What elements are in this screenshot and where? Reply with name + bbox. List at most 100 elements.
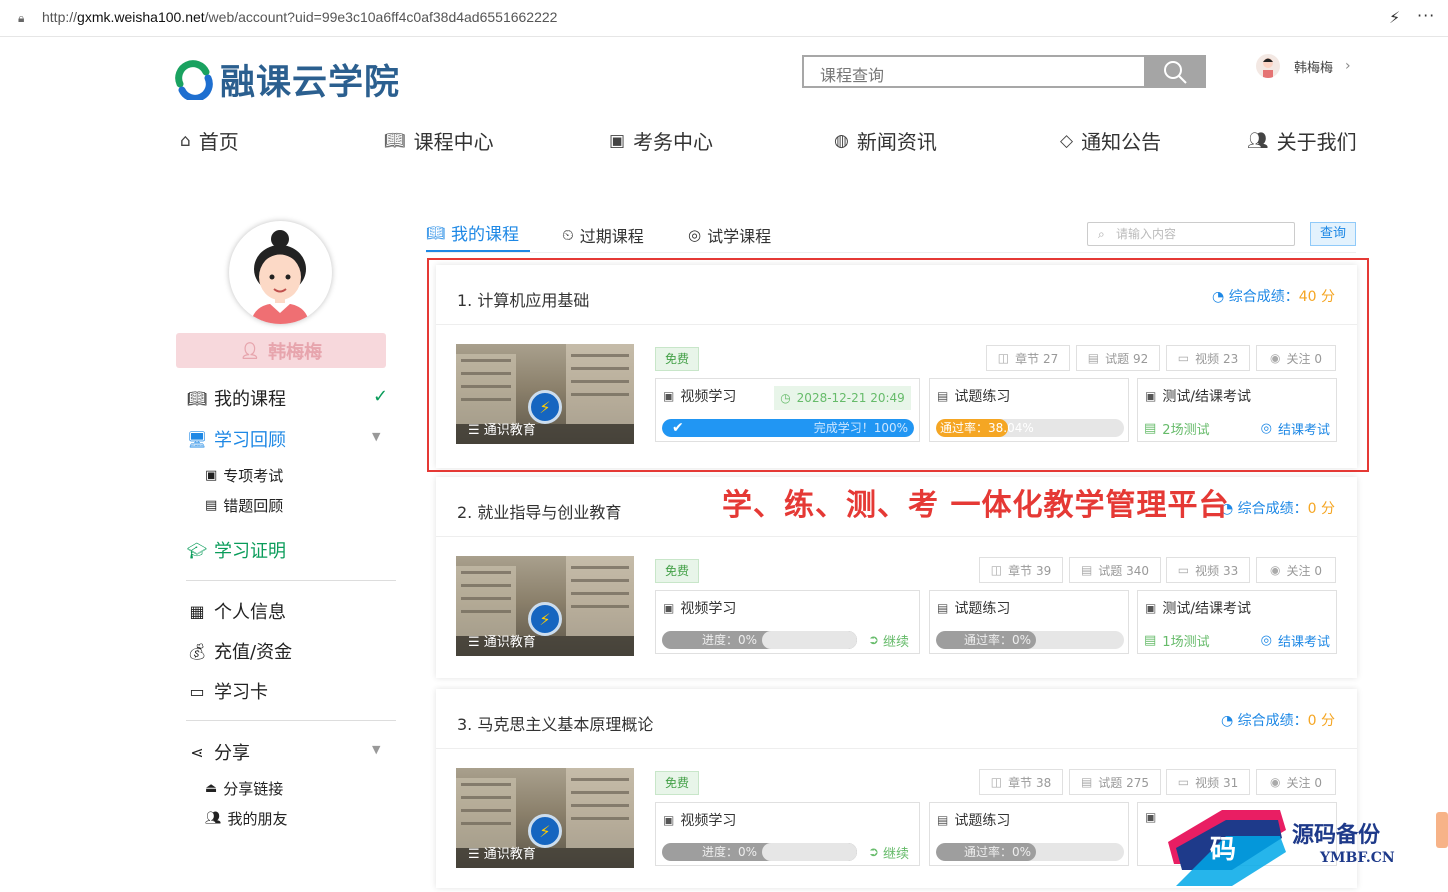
book-icon: 📖︎ xyxy=(426,223,446,242)
sidebar-subitem-friends[interactable]: 👥︎ 我的朋友 xyxy=(205,808,288,829)
sidebar-subitem-share-link[interactable]: ⏏ 分享链接 xyxy=(205,778,283,799)
tab-active-indicator xyxy=(426,250,530,252)
questions-stat[interactable]: ▤ 试题 340 xyxy=(1069,557,1161,583)
video-progress-bar: 进度：0% xyxy=(662,631,857,649)
follows-stat[interactable]: ◉ 关注 0 xyxy=(1256,557,1336,583)
nav-about[interactable]: 👥︎ 关于我们 xyxy=(1247,126,1357,155)
news-icon: ◍ xyxy=(834,130,849,151)
sidebar-item-study-card[interactable]: ▭ 学习卡 xyxy=(186,678,268,704)
sidebar-item-review[interactable]: 🖥︎ 学习回顾 xyxy=(186,426,286,452)
sidebar-subitem-wrong-review[interactable]: ▤ 错题回顾 xyxy=(205,495,283,516)
search-icon xyxy=(1164,60,1187,84)
url-text[interactable]: http://gxmk.weisha100.net/web/account?ui… xyxy=(42,9,557,25)
chapter-icon: ◫ xyxy=(990,563,1003,577)
arrow-circle-icon: ➲ xyxy=(868,633,879,648)
profile-avatar[interactable] xyxy=(229,221,332,324)
tab-trial-courses[interactable]: ◎ 试学课程 xyxy=(688,223,771,247)
eye-icon: ◉ xyxy=(1270,775,1281,789)
sidebar-subitem-special-exam[interactable]: ▣ 专项考试 xyxy=(205,465,283,486)
money-bag-icon: 💰︎ xyxy=(186,641,208,661)
friends-icon: 👥︎ xyxy=(205,811,222,826)
caret-down-icon[interactable]: ▼ xyxy=(372,743,380,756)
thumbnail-label: ☰ 通识教育 xyxy=(468,635,536,650)
platform-slogan: 学、练、测、考 一体化教学管理平台 xyxy=(722,488,1230,523)
watermark-cn: 源码备份 xyxy=(1292,822,1381,848)
course-filter-input[interactable]: ⌕ 请输入内容 xyxy=(1087,222,1295,246)
bolt-icon[interactable]: ⚡︎ xyxy=(1389,8,1400,27)
profile-name-tag: 👤︎ 韩梅梅 xyxy=(176,333,386,368)
user-avatar xyxy=(1256,54,1280,78)
chapters-stat[interactable]: ◫ 章节 38 xyxy=(979,769,1063,795)
nav-home[interactable]: ⌂ 首页 xyxy=(180,126,239,155)
chevron-right-icon: › xyxy=(1345,58,1351,74)
video-study-box[interactable]: ▣ 视频学习 进度：0% ➲ 继续 xyxy=(655,590,920,654)
chapters-stat[interactable]: ◫ 章节 39 xyxy=(979,557,1063,583)
exam-icon: ▣ xyxy=(1145,601,1157,615)
practice-box[interactable]: ▤ 试题练习 通过率：0% xyxy=(929,802,1129,866)
pie-icon: ◔ xyxy=(1220,713,1234,729)
more-menu-icon[interactable]: ··· xyxy=(1417,6,1435,25)
practice-box[interactable]: ▤ 试题练习 通过率：0% xyxy=(929,590,1129,654)
videos-stat[interactable]: ▭ 视频 33 xyxy=(1166,557,1250,583)
logo-text: 融课云学院 xyxy=(220,63,401,103)
progress-text: 进度：0% xyxy=(702,633,758,647)
site-info-icon[interactable]: 🔒︎ xyxy=(18,11,32,25)
sidebar-item-profile[interactable]: ▦ 个人信息 xyxy=(186,598,286,624)
search-icon: ⌕ xyxy=(1098,227,1105,241)
arrow-circle-icon: ➲ xyxy=(868,845,879,860)
course-score: ◔ 综合成绩：0 分 xyxy=(1220,501,1335,517)
monitor-icon: 🖥︎ xyxy=(186,429,208,449)
free-badge: 免费 xyxy=(655,559,699,583)
share-icon: ⋖ xyxy=(190,742,204,762)
address-bar[interactable]: 🔒︎ http://gxmk.weisha100.net/web/account… xyxy=(0,0,1448,37)
course-thumbnail[interactable]: ⚡︎ ☰ 通识教育 xyxy=(456,768,634,868)
search-button[interactable] xyxy=(1144,55,1206,88)
exam-box[interactable]: ▣ 测试/结课考试 ▤ 1场测试 ◎ 结课考试 xyxy=(1137,590,1337,654)
video-study-box[interactable]: ▣ 视频学习 进度：0% ➲ 继续 xyxy=(655,802,920,866)
video-icon: ▭ xyxy=(1177,775,1190,789)
pass-rate-text: 通过率：0% xyxy=(964,633,1032,647)
sidebar-item-certificate[interactable]: 🎓︎ 学习证明 xyxy=(186,537,286,563)
exam-icon: ▣ xyxy=(205,468,218,483)
follows-stat[interactable]: ◉ 关注 0 xyxy=(1256,769,1336,795)
video-progress-end xyxy=(762,843,857,861)
user-menu[interactable]: 韩梅梅 › xyxy=(1256,54,1351,78)
final-exam-link[interactable]: ◎ 结课考试 xyxy=(1261,631,1330,650)
menu-icon: ☰ xyxy=(468,635,480,650)
video-progress-end xyxy=(762,631,857,649)
nav-exams[interactable]: ▣ 考务中心 xyxy=(609,126,713,155)
questions-stat[interactable]: ▤ 试题 275 xyxy=(1069,769,1161,795)
book-icon: 📖︎ xyxy=(186,388,208,408)
pass-rate-bar: 通过率：0% xyxy=(936,843,1124,861)
video-progress-bar: 进度：0% xyxy=(662,843,857,861)
pass-rate-text: 通过率：0% xyxy=(964,845,1032,859)
query-button[interactable]: 查询 xyxy=(1310,222,1356,246)
course-score: ◔ 综合成绩：0 分 xyxy=(1220,713,1335,729)
nav-news[interactable]: ◍ 新闻资讯 xyxy=(834,126,937,155)
nav-notices[interactable]: ◇ 通知公告 xyxy=(1060,126,1161,155)
thumbnail-label: ☰ 通识教育 xyxy=(468,847,536,862)
tab-my-courses[interactable]: 📖︎ 我的课程 xyxy=(426,220,519,246)
sidebar-item-my-courses[interactable]: 📖︎ 我的课程 xyxy=(186,385,286,411)
caret-down-icon[interactable]: ▼ xyxy=(372,430,380,443)
trial-icon: ◎ xyxy=(688,226,702,244)
course-title[interactable]: 2. 就业指导与创业教育 xyxy=(457,499,621,523)
tab-expired-courses[interactable]: ⏲︎ 过期课程 xyxy=(562,223,644,247)
sidebar-item-share[interactable]: ⋖ 分享 xyxy=(186,739,250,765)
practice-icon: ▤ xyxy=(937,813,949,827)
videos-stat[interactable]: ▭ 视频 31 xyxy=(1166,769,1250,795)
sidebar-item-recharge[interactable]: 💰︎ 充值/资金 xyxy=(186,638,292,664)
continue-link[interactable]: ➲ 继续 xyxy=(868,631,909,650)
card-icon: ▭ xyxy=(189,681,205,701)
site-logo[interactable]: 融课云学院 xyxy=(172,54,400,105)
question-icon: ▤ xyxy=(1080,775,1093,789)
check-icon: ✓ xyxy=(373,386,389,407)
tab-separator xyxy=(426,252,1356,253)
search-input[interactable]: 课程查询 xyxy=(820,62,884,86)
tests-count[interactable]: ▤ 1场测试 xyxy=(1144,631,1210,650)
nav-courses[interactable]: 📖︎ 课程中心 xyxy=(384,126,494,155)
course-thumbnail[interactable]: ⚡︎ ☰ 通识教育 xyxy=(456,556,634,656)
course-title[interactable]: 3. 马克思主义基本原理概论 xyxy=(457,711,653,735)
continue-link[interactable]: ➲ 继续 xyxy=(868,843,909,862)
practice-icon: ▤ xyxy=(937,601,949,615)
